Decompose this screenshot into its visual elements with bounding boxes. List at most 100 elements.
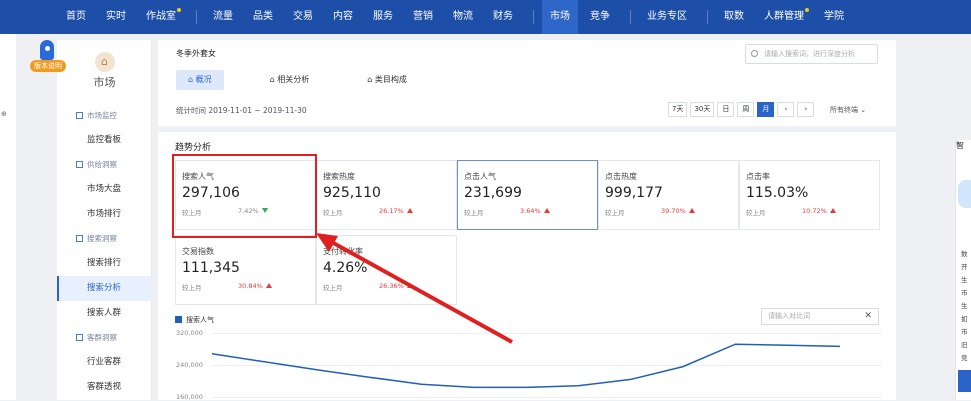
metric-value: 231,699	[464, 185, 522, 201]
bell-icon[interactable]	[958, 370, 971, 392]
assistant-title: 智	[956, 141, 964, 150]
group-icon	[76, 161, 83, 168]
tab[interactable]: ⌂ 类目构成	[355, 70, 419, 90]
nav-item[interactable]: 首页	[66, 0, 86, 34]
arrow-up-icon	[265, 283, 272, 288]
assistant-text: 市	[961, 289, 968, 297]
sidebar-nav: 市场监控 监控看板 供给洞察 市场大盘 市场排行 搜索洞察 搜索排行 搜索分析 搜索人群 客群洞察…	[57, 104, 152, 400]
assistant-text: 旧	[961, 341, 968, 349]
assistant-bubble-icon[interactable]	[958, 180, 971, 208]
nav-separator	[533, 10, 534, 24]
sidebar-item[interactable]: 客群透视	[57, 375, 152, 400]
arrow-up-icon	[688, 208, 695, 213]
sidebar-group: 搜索洞察	[57, 227, 152, 251]
metric-card[interactable]: 点击人气 231,699 较上月 3.64%	[457, 160, 598, 230]
sidebar-item[interactable]: 行业客群	[57, 350, 152, 375]
metric-label: 支付转化率	[323, 247, 363, 256]
nav-item[interactable]: 业务专区	[647, 0, 687, 34]
sidebar-item[interactable]: 搜索排行	[57, 251, 152, 276]
range-button[interactable]: ‹	[777, 102, 795, 117]
metric-card[interactable]: 搜索热度 925,110 较上月 26.17%	[316, 160, 457, 230]
metric-value: 999,177	[605, 185, 663, 201]
header-card: 冬季外套女 请输入搜索词，进行深度分析 ⌂ 概况 ⌂ 相关分析 ⌂ 类目构成 统计时…	[158, 40, 896, 126]
y-tick-label: 320,000	[176, 329, 203, 337]
sidebar-group: 客群洞察	[57, 326, 152, 350]
metric-value: 925,110	[323, 185, 381, 201]
metric-compare: 较上月 26.36%	[323, 282, 450, 292]
sidebar-item[interactable]: 市场排行	[57, 202, 152, 227]
range-button[interactable]: ›	[797, 102, 815, 117]
range-button[interactable]: 月	[757, 102, 775, 117]
sidebar-title: 市场	[93, 76, 116, 89]
metric-label: 交易指数	[182, 247, 214, 256]
assistant-text: 开	[961, 263, 968, 271]
nav-item[interactable]: 学院	[824, 0, 844, 34]
gridline	[212, 397, 882, 398]
assistant-text: 如	[961, 315, 968, 323]
nav-item[interactable]: 实时	[106, 0, 126, 34]
nav-item[interactable]: 交易	[293, 0, 313, 34]
nav-item[interactable]: 流量	[213, 0, 233, 34]
range-button[interactable]: 日	[717, 102, 735, 117]
metric-label: 点击率	[746, 172, 770, 181]
nav-separator	[707, 10, 708, 24]
metric-compare: 较上月 26.17%	[323, 207, 450, 217]
sidebar-group: 供给洞察	[57, 153, 152, 177]
sidebar-item[interactable]: 监控看板	[57, 128, 152, 153]
version-rocket[interactable]: 版本说明	[30, 40, 66, 74]
chart-area: 搜索人气 请输入对比词 ✕ 320,000 240,000 160,000	[158, 306, 896, 401]
metric-card[interactable]: 支付转化率 4.26% 较上月 26.36%	[316, 235, 457, 305]
legend-swatch	[175, 316, 182, 323]
assistant-panel: 数开生市生如市旧竞	[955, 140, 971, 400]
nav-item[interactable]: 竞争	[590, 0, 610, 34]
tab[interactable]: ⌂ 相关分析	[258, 70, 322, 90]
sidebar-item[interactable]: 搜索分析	[57, 276, 152, 301]
gridline	[212, 333, 882, 334]
metric-compare: 较上月 3.64%	[464, 207, 591, 217]
terminal-select[interactable]: 所有终端 ⌄	[830, 105, 866, 115]
nav-item[interactable]: 财务	[493, 0, 513, 34]
nav-separator	[196, 10, 197, 24]
range-button[interactable]: 周	[737, 102, 755, 117]
arrow-up-icon	[406, 283, 413, 288]
arrow-up-icon	[543, 208, 550, 213]
metric-label: 点击热度	[605, 172, 637, 181]
sidebar-item[interactable]: 市场大盘	[57, 177, 152, 202]
search-icon	[751, 50, 758, 57]
close-icon[interactable]: ✕	[864, 309, 872, 324]
nav-item[interactable]: 服务	[373, 0, 393, 34]
trend-title: 趋势分析	[175, 143, 212, 153]
metric-card[interactable]: 点击率 115.03% 较上月 10.72%	[739, 160, 880, 230]
metric-card[interactable]: 点击热度 999,177 较上月 39.70%	[598, 160, 739, 230]
metric-compare: 较上月 39.70%	[605, 207, 732, 217]
version-badge[interactable]: 版本说明	[30, 60, 66, 72]
nav-item[interactable]: 营销	[413, 0, 433, 34]
market-icon: ⌂	[94, 52, 115, 72]
metric-value: 4.26%	[323, 260, 368, 276]
sidebar-item[interactable]: 搜索人群	[57, 301, 152, 326]
tab[interactable]: ⌂ 概况	[176, 70, 224, 90]
nav-item[interactable]: 作战室	[146, 0, 181, 34]
range-button[interactable]: 7天	[668, 102, 688, 117]
chart-legend[interactable]: 搜索人气	[175, 315, 214, 325]
nav-item[interactable]: 物流	[453, 0, 473, 34]
assistant-text: 数	[961, 250, 968, 258]
arrow-up-icon	[406, 208, 413, 213]
metric-card[interactable]: 交易指数 111,345 较上月 30.84%	[175, 235, 316, 305]
metric-value: 115.03%	[746, 185, 809, 201]
assistant-text: 市	[961, 328, 968, 336]
tab-bar: ⌂ 概况 ⌂ 相关分析 ⌂ 类目构成	[176, 70, 453, 90]
assistant-text: 生	[961, 276, 968, 284]
nav-item[interactable]: 市场	[542, 0, 578, 34]
nav-item[interactable]: 内容	[333, 0, 353, 34]
new-dot-icon	[805, 8, 809, 12]
range-button[interactable]: 30天	[690, 102, 715, 117]
nav-item[interactable]: 取数	[724, 0, 744, 34]
nav-item[interactable]: 品类	[253, 0, 273, 34]
search-input[interactable]: 请输入搜索词，进行深度分析	[745, 44, 878, 64]
compare-input[interactable]: 请输入对比词 ✕	[761, 308, 879, 325]
keyword-title: 冬季外套女	[176, 49, 216, 58]
nav-item[interactable]: 人群管理	[764, 0, 809, 34]
tab-icon: ⌂	[188, 75, 196, 84]
tab-icon: ⌂	[367, 75, 375, 84]
